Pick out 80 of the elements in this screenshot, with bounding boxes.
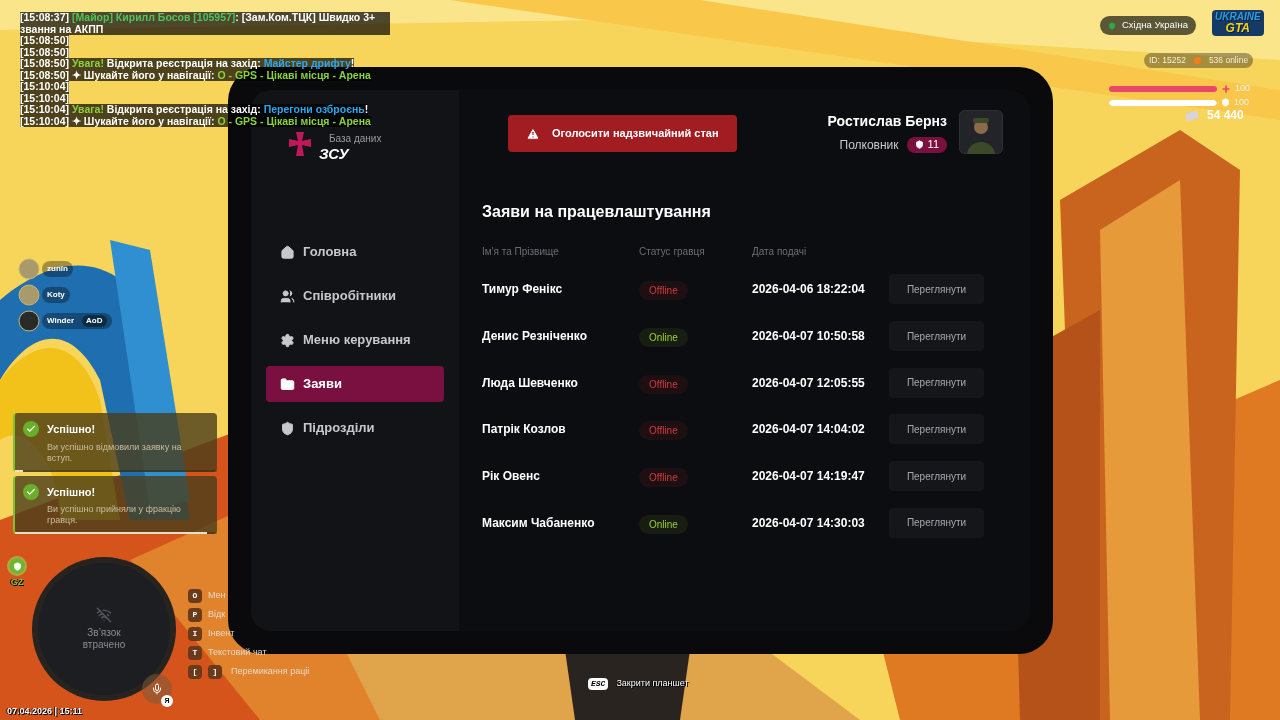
toast-title: Успішно! bbox=[47, 484, 96, 500]
alert-button[interactable]: Оголосити надзвичайний стан bbox=[508, 115, 737, 152]
status-pill: Online bbox=[639, 514, 688, 534]
armor-icon bbox=[1221, 98, 1230, 108]
user-rank: Полковник bbox=[839, 136, 899, 154]
submission-date: 2026-04-07 14:04:02 bbox=[752, 421, 866, 439]
success-icon bbox=[23, 483, 39, 500]
zone-label: GZ bbox=[10, 576, 24, 589]
player-name: zunin bbox=[47, 263, 68, 275]
view-button[interactable]: Переглянути bbox=[889, 274, 984, 305]
logo-word: GTA bbox=[1225, 22, 1250, 34]
column-header: Статус гравця bbox=[639, 245, 706, 259]
region-name: Східна Україна bbox=[1122, 18, 1188, 33]
submission-date: 2026-04-07 10:50:58 bbox=[752, 328, 866, 346]
avatar bbox=[959, 110, 1003, 154]
shield-icon bbox=[280, 420, 295, 436]
column-header: Дата подачі bbox=[752, 245, 807, 259]
status-pill: Offline bbox=[639, 281, 688, 301]
cash-icon bbox=[1185, 109, 1199, 121]
nav-item[interactable]: Головна bbox=[266, 234, 444, 270]
toast-text: Ви успішно відмовили заявку на вступ. bbox=[47, 441, 183, 464]
page-title: Заяви на працевлаштування bbox=[482, 202, 712, 222]
hint-label: Мен bbox=[208, 588, 226, 602]
hint-label: Перемикання раціі bbox=[231, 664, 310, 678]
warning-icon bbox=[526, 126, 540, 141]
applicant-name: Денис Резніченко bbox=[482, 328, 588, 346]
player-avatar bbox=[18, 310, 40, 332]
nav-item[interactable]: Підрозділи bbox=[266, 410, 444, 446]
submission-date: 2026-04-06 18:22:04 bbox=[752, 281, 866, 299]
home-icon bbox=[280, 244, 295, 260]
health-value: 100 bbox=[1235, 82, 1251, 95]
toast-text: Ви успішно прийняли у фракцію гравця. bbox=[47, 504, 182, 526]
nav-item[interactable]: Заяви bbox=[266, 366, 444, 402]
player-avatar bbox=[18, 258, 40, 280]
applicant-name: Патрік Козлов bbox=[482, 421, 567, 439]
nav-item[interactable]: Співробітники bbox=[266, 278, 444, 314]
logo-subtitle: База даних bbox=[329, 133, 382, 144]
view-button[interactable]: Переглянути bbox=[889, 414, 984, 445]
user-name: Ростислав Бернз bbox=[827, 111, 947, 131]
view-button[interactable]: Переглянути bbox=[889, 461, 984, 492]
view-button[interactable]: Переглянути bbox=[889, 367, 984, 398]
player-name: Winder bbox=[47, 315, 75, 327]
clan-tag: AoD bbox=[82, 315, 107, 327]
signal-lost-text: Зв’язок втрачено bbox=[81, 627, 127, 651]
settings-icon bbox=[280, 332, 295, 348]
success-icon bbox=[23, 421, 39, 438]
no-signal-icon bbox=[96, 607, 112, 623]
view-button[interactable]: Переглянути bbox=[889, 507, 984, 538]
money-amount: 54 440 bbox=[1207, 107, 1244, 124]
armor-value: 100 bbox=[1234, 96, 1250, 109]
toast-title: Успішно! bbox=[47, 422, 96, 437]
health-icon bbox=[1221, 83, 1231, 94]
status-pill: Offline bbox=[639, 374, 688, 394]
status-pill: Offline bbox=[639, 421, 688, 441]
status-pill: Online bbox=[639, 328, 688, 348]
region-icon bbox=[1108, 21, 1116, 30]
nav-item[interactable]: Меню керування bbox=[266, 322, 444, 358]
online-count: 536 online bbox=[1208, 54, 1249, 67]
submission-date: 2026-04-07 14:30:03 bbox=[752, 514, 866, 532]
applicant-name: Люда Шевченко bbox=[482, 374, 579, 392]
view-button[interactable]: Переглянути bbox=[889, 321, 984, 352]
player-avatar bbox=[18, 284, 40, 306]
applicant-name: Максим Чабаненко bbox=[482, 514, 596, 532]
level-badge: 11 bbox=[906, 136, 947, 153]
hint-label: Відк bbox=[208, 607, 226, 621]
applicant-name: Рік Овенс bbox=[482, 468, 541, 486]
logo-word: UKRAINE bbox=[1215, 12, 1261, 22]
date-time: 07.04.2026 | 15:11 bbox=[7, 705, 83, 718]
status-pill: Offline bbox=[639, 468, 688, 488]
logo-title: ЗСУ bbox=[319, 145, 351, 161]
folder-icon bbox=[280, 376, 295, 392]
player-id: ID: 15252 bbox=[1149, 54, 1186, 67]
column-header: Ім'я та Прізвище bbox=[482, 245, 560, 259]
microphone-icon bbox=[151, 683, 163, 695]
users-icon bbox=[280, 288, 295, 304]
mic-button[interactable] bbox=[142, 674, 172, 704]
submission-date: 2026-04-07 12:05:55 bbox=[752, 374, 866, 392]
player-name: Koty bbox=[47, 289, 65, 301]
submission-date: 2026-04-07 14:19:47 bbox=[752, 468, 866, 486]
applicant-name: Тимур Фенікс bbox=[482, 281, 564, 299]
